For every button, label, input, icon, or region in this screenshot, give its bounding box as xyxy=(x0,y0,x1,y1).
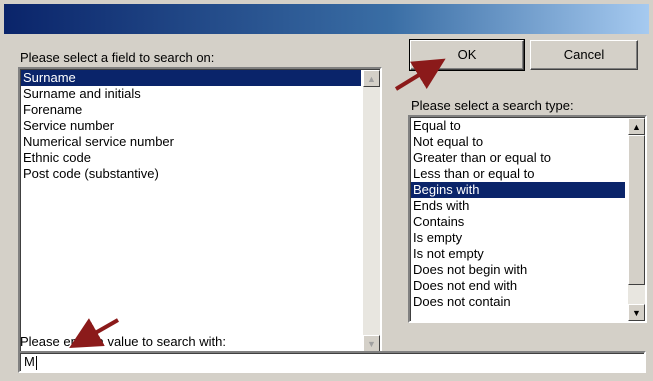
title-bar xyxy=(4,4,649,34)
annotation-arrow-icon xyxy=(69,58,446,348)
search-dialog: Please select a field to search on: Surn… xyxy=(0,34,653,381)
